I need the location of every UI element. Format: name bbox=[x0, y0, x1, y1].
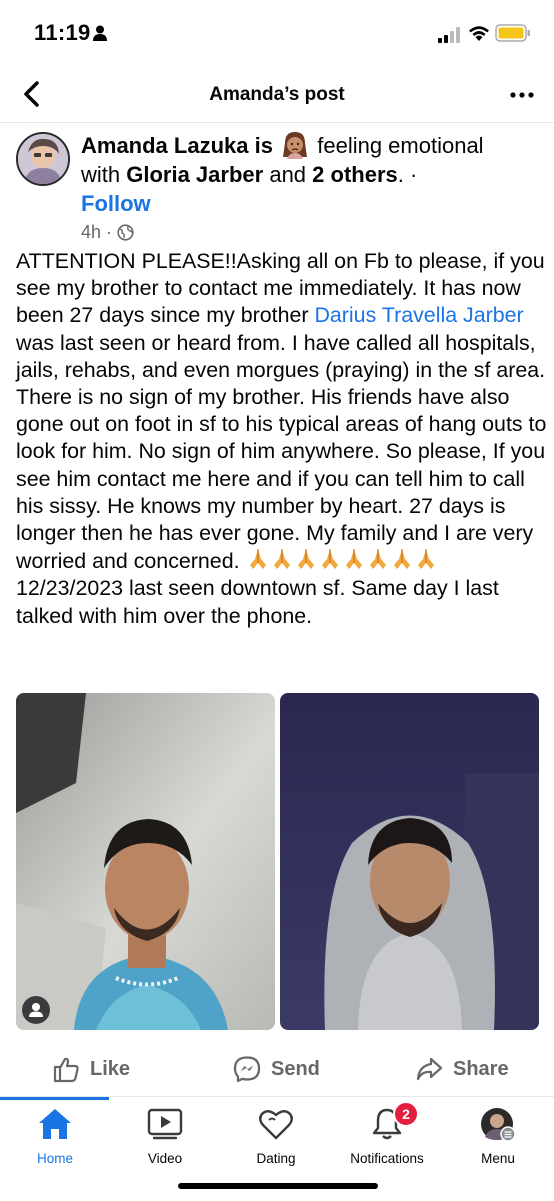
tab-menu[interactable]: Menu bbox=[443, 1107, 553, 1166]
meta-separator: · bbox=[106, 222, 113, 242]
battery-icon bbox=[495, 24, 530, 42]
post-body-part3: 12/23/2023 last seen downtown sf. Same d… bbox=[16, 576, 499, 628]
share-arrow-icon bbox=[416, 1057, 443, 1081]
praying-hands-icon bbox=[297, 549, 314, 570]
praying-hands-icon bbox=[321, 549, 338, 570]
wifi-icon bbox=[469, 26, 489, 41]
like-label: Like bbox=[90, 1057, 131, 1080]
tab-video-label: Video bbox=[147, 1151, 183, 1166]
tab-menu-label: Menu bbox=[481, 1151, 515, 1166]
post-photo-2[interactable] bbox=[280, 693, 539, 1030]
and-word: and bbox=[269, 162, 307, 187]
share-label: Share bbox=[453, 1057, 509, 1080]
post-time[interactable]: 4h bbox=[81, 222, 101, 242]
headline-dot: . · bbox=[397, 162, 418, 187]
is-word: is bbox=[254, 133, 273, 158]
globe-icon bbox=[117, 224, 134, 241]
signal-icon bbox=[438, 27, 460, 43]
like-button[interactable]: Like bbox=[52, 1053, 130, 1085]
send-button[interactable]: Send bbox=[233, 1053, 320, 1085]
dating-heart-icon bbox=[259, 1110, 293, 1140]
tab-notifications-label: Notifications bbox=[350, 1151, 424, 1166]
tag-person-icon[interactable] bbox=[22, 996, 50, 1024]
more-icon[interactable] bbox=[510, 92, 534, 98]
thumbs-up-icon bbox=[53, 1057, 79, 1083]
praying-hands-icon bbox=[417, 549, 434, 570]
home-indicator[interactable] bbox=[178, 1183, 378, 1189]
status-bar: 11:19 bbox=[0, 0, 554, 66]
tab-home-label: Home bbox=[36, 1151, 73, 1166]
post-header: Amanda’s post bbox=[0, 66, 554, 123]
share-button[interactable]: Share bbox=[415, 1053, 509, 1085]
messenger-icon bbox=[233, 1056, 261, 1083]
video-icon bbox=[147, 1108, 183, 1140]
praying-hands-icons bbox=[246, 549, 438, 573]
praying-hands-icon bbox=[345, 549, 362, 570]
tagged-others[interactable]: 2 others bbox=[312, 162, 398, 187]
tagged-person[interactable]: Gloria Jarber bbox=[126, 162, 263, 187]
author-name[interactable]: Amanda Lazuka bbox=[81, 133, 249, 158]
menu-avatar-icon bbox=[481, 1108, 516, 1142]
with-word: with bbox=[81, 162, 121, 187]
send-label: Send bbox=[271, 1057, 320, 1080]
tab-notifications[interactable]: 2 Notifications bbox=[332, 1101, 442, 1166]
mention-link[interactable]: Darius Travella Jarber bbox=[314, 303, 523, 327]
person-icon bbox=[93, 25, 107, 41]
status-time: 11:19 bbox=[34, 20, 91, 45]
post-body-part2: was last seen or heard from. I have call… bbox=[16, 330, 547, 574]
post-body: ATTENTION PLEASE!!Asking all on Fb to pl… bbox=[16, 248, 548, 630]
tab-home[interactable]: Home bbox=[0, 1107, 110, 1166]
post-meta: 4h · bbox=[81, 222, 134, 243]
emotional-face-icon bbox=[283, 132, 308, 159]
post-headline-1: Amanda Lazuka is feeling emotional bbox=[81, 131, 541, 161]
praying-hands-icon bbox=[273, 549, 290, 570]
notification-badge: 2 bbox=[393, 1101, 419, 1127]
praying-hands-icon bbox=[249, 549, 266, 570]
page-title: Amanda’s post bbox=[209, 84, 345, 105]
follow-button[interactable]: Follow bbox=[81, 191, 151, 217]
author-avatar[interactable] bbox=[16, 132, 70, 186]
praying-hands-icon bbox=[369, 549, 386, 570]
tab-dating[interactable]: Dating bbox=[221, 1107, 331, 1166]
feeling-text: feeling emotional bbox=[317, 133, 484, 158]
active-tab-indicator bbox=[0, 1097, 109, 1100]
post-headline-2: with Gloria Jarber and 2 others. · bbox=[81, 160, 541, 190]
tab-video[interactable]: Video bbox=[110, 1107, 220, 1166]
home-icon bbox=[39, 1109, 71, 1139]
tab-dating-label: Dating bbox=[256, 1151, 296, 1166]
post-actions: Like Send Share bbox=[0, 1043, 554, 1095]
post-photo-1[interactable] bbox=[16, 693, 275, 1030]
praying-hands-icon bbox=[393, 549, 410, 570]
